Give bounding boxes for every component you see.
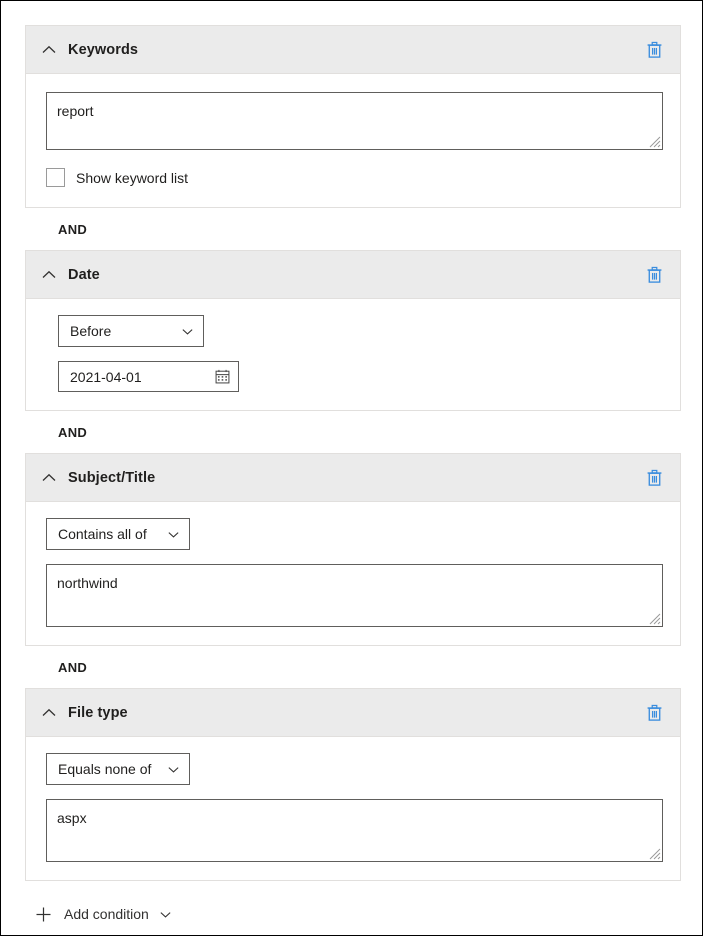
file-type-textarea[interactable] <box>46 799 663 862</box>
show-keyword-list-label: Show keyword list <box>76 170 188 186</box>
date-value: 2021-04-01 <box>70 369 213 385</box>
add-condition-button[interactable]: Add condition <box>25 905 174 923</box>
plus-icon <box>34 905 52 923</box>
calendar-icon[interactable] <box>213 368 231 386</box>
condition-header-subject-title: Subject/Title <box>26 454 680 502</box>
show-keyword-list-checkbox-row[interactable]: Show keyword list <box>46 168 660 187</box>
and-label: AND <box>58 660 87 675</box>
keywords-textarea[interactable] <box>46 92 663 150</box>
separator-and-1: AND <box>25 208 681 250</box>
condition-header-date: Date <box>26 251 680 299</box>
keywords-textarea-wrap <box>46 92 663 150</box>
chevron-up-icon[interactable] <box>38 702 60 724</box>
condition-header-file-type: File type <box>26 689 680 737</box>
subject-textarea[interactable] <box>46 564 663 627</box>
date-operator-value: Before <box>70 323 169 339</box>
condition-card-date: Date Before <box>25 250 681 411</box>
trash-icon[interactable] <box>642 701 666 725</box>
chevron-up-icon[interactable] <box>38 467 60 489</box>
condition-title: Subject/Title <box>68 470 642 486</box>
separator-and-3: AND <box>25 646 681 688</box>
show-keyword-list-checkbox[interactable] <box>46 168 65 187</box>
condition-title: Date <box>68 267 642 283</box>
trash-icon[interactable] <box>642 466 666 490</box>
subject-operator-value: Contains all of <box>58 526 155 542</box>
condition-header-keywords: Keywords <box>26 26 680 74</box>
and-label: AND <box>58 425 87 440</box>
chevron-down-icon <box>158 906 174 922</box>
chevron-up-icon[interactable] <box>38 39 60 61</box>
subject-operator-select[interactable]: Contains all of <box>46 518 190 550</box>
condition-card-keywords: Keywords <box>25 25 681 208</box>
condition-title: Keywords <box>68 42 642 58</box>
condition-card-subject-title: Subject/Title Contains all of <box>25 453 681 646</box>
date-value-field[interactable]: 2021-04-01 <box>58 361 239 392</box>
subject-textarea-wrap <box>46 564 663 627</box>
trash-icon[interactable] <box>642 263 666 287</box>
query-builder-panel: Keywords <box>0 0 703 936</box>
file-type-operator-select[interactable]: Equals none of <box>46 753 190 785</box>
and-label: AND <box>58 222 87 237</box>
condition-body-keywords: Show keyword list <box>26 74 680 207</box>
chevron-down-icon <box>165 761 181 777</box>
condition-body-file-type: Equals none of <box>26 737 680 880</box>
file-type-operator-value: Equals none of <box>58 761 155 777</box>
add-condition-label: Add condition <box>64 906 149 922</box>
condition-body-date: Before 2021-04-01 <box>26 299 680 410</box>
trash-icon[interactable] <box>642 38 666 62</box>
separator-and-2: AND <box>25 411 681 453</box>
chevron-down-icon <box>165 526 181 542</box>
condition-body-subject-title: Contains all of <box>26 502 680 645</box>
condition-builder: Keywords <box>25 25 681 923</box>
chevron-down-icon <box>179 323 195 339</box>
condition-title: File type <box>68 705 642 721</box>
date-operator-select[interactable]: Before <box>58 315 204 347</box>
file-type-textarea-wrap <box>46 799 663 862</box>
condition-card-file-type: File type Equals none of <box>25 688 681 881</box>
chevron-up-icon[interactable] <box>38 264 60 286</box>
